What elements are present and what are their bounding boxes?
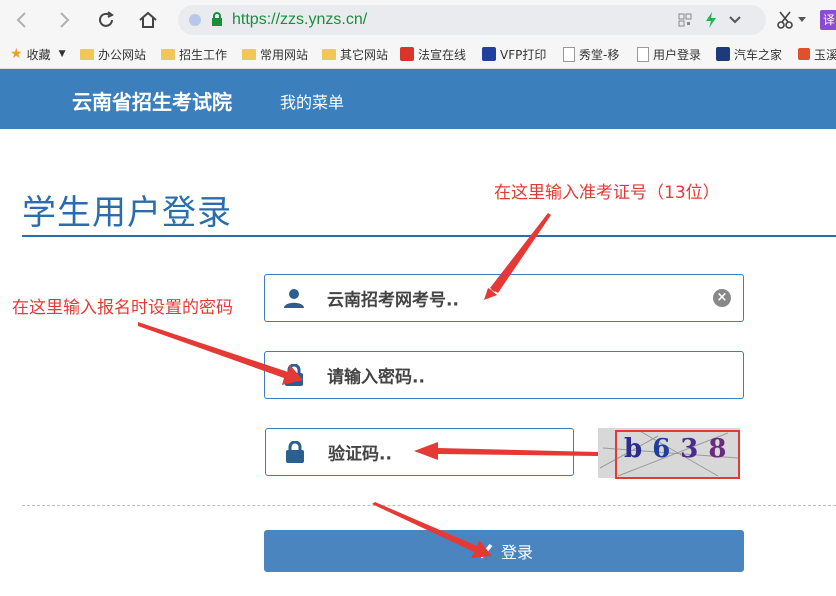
bookmark-label: 其它网站 [340, 47, 389, 62]
bookmark-label: 玉溪 [814, 47, 836, 62]
login-button[interactable]: 登录 [264, 530, 744, 572]
folder-icon [242, 48, 256, 60]
bookmark-item[interactable]: VFP打印 [482, 45, 546, 63]
password-annotation: 在这里输入报名时设置的密码 [12, 298, 233, 318]
bookmark-label: 用户登录 [653, 47, 702, 62]
bookmark-item[interactable]: ★ 收藏 ▼ [10, 45, 66, 63]
star-icon: ★ [10, 46, 23, 62]
scissors-icon[interactable] [776, 10, 794, 30]
caret-down-icon: ▼ [58, 49, 66, 59]
page-title: 学生用户登录 [22, 193, 232, 233]
username-annotation: 在这里输入准考证号（13位） [494, 183, 720, 203]
bookmark-item[interactable]: 秀堂-移 [563, 45, 619, 63]
lock-icon [212, 12, 222, 26]
site-info-icon[interactable] [188, 13, 202, 27]
captcha-highlight-box [615, 430, 740, 479]
reload-button[interactable] [94, 8, 118, 32]
username-placeholder: 云南招考网考号.. [327, 290, 459, 311]
site-title[interactable]: 云南省招生考试院 [72, 86, 232, 115]
password-input[interactable]: 请输入密码.. [264, 351, 744, 399]
caret-down-icon[interactable] [798, 17, 806, 23]
site-header: 云南省招生考试院 我的菜单 [0, 69, 836, 129]
username-input[interactable]: 云南招考网考号.. × [264, 274, 744, 322]
bookmarks-bar: ★ 收藏 ▼ 办公网站 招生工作 常用网站 其它网站 法宣在线 VFP打印 秀堂… [0, 40, 836, 69]
folder-icon [322, 48, 336, 60]
bookmark-label: 招生工作 [179, 47, 228, 62]
my-menu-link[interactable]: 我的菜单 [280, 89, 344, 113]
bookmark-item[interactable]: 用户登录 [637, 45, 701, 63]
login-button-label: 登录 [500, 543, 533, 562]
url-text[interactable]: https://zzs.ynzs.cn/ [232, 11, 367, 29]
bookmark-item[interactable]: 常用网站 [242, 45, 308, 63]
clear-icon[interactable]: × [713, 289, 731, 307]
chevron-down-icon[interactable] [728, 15, 742, 25]
bookmark-item[interactable]: 办公网站 [80, 45, 146, 63]
browser-toolbar: https://zzs.ynzs.cn/ 译 [0, 0, 836, 40]
page-icon [563, 46, 575, 62]
paw-icon [482, 47, 496, 61]
bookmark-label: 办公网站 [98, 47, 147, 62]
lock-icon [282, 439, 308, 465]
bookmark-item[interactable]: 其它网站 [322, 45, 388, 63]
page-icon [637, 46, 649, 62]
address-bar[interactable]: https://zzs.ynzs.cn/ [178, 5, 766, 35]
back-arrow-icon [16, 12, 26, 28]
back-button[interactable] [10, 8, 34, 32]
bookmark-item[interactable]: 法宣在线 [400, 45, 466, 63]
home-icon [139, 11, 157, 28]
site-icon [400, 47, 414, 61]
user-icon [281, 285, 307, 311]
reload-icon [99, 11, 114, 27]
bookmark-label: 秀堂-移 [579, 47, 620, 62]
dashed-divider [22, 505, 836, 506]
bookmark-label: VFP打印 [500, 47, 547, 62]
lock-icon [281, 362, 307, 388]
bookmark-label: 收藏 [26, 47, 51, 62]
bookmark-label: 汽车之家 [734, 47, 783, 62]
title-divider [22, 235, 836, 237]
folder-icon [80, 48, 94, 60]
forward-button[interactable] [52, 8, 76, 32]
bookmark-label: 常用网站 [260, 47, 309, 62]
captcha-image[interactable]: b638 [598, 428, 740, 479]
lightning-icon[interactable] [704, 11, 718, 29]
bookmark-label: 法宣在线 [418, 47, 467, 62]
folder-icon [161, 48, 175, 60]
check-icon [475, 543, 493, 559]
home-button[interactable] [136, 8, 160, 32]
site-icon [716, 47, 730, 61]
forward-arrow-icon [60, 12, 70, 28]
bookmark-item[interactable]: 汽车之家 [716, 45, 782, 63]
qr-code-icon[interactable] [678, 13, 692, 27]
translate-button[interactable]: 译 [820, 10, 836, 30]
captcha-placeholder: 验证码.. [328, 444, 392, 465]
site-icon [798, 48, 810, 60]
bookmark-item[interactable]: 招生工作 [161, 45, 227, 63]
captcha-input[interactable]: 验证码.. [265, 428, 574, 476]
password-placeholder: 请输入密码.. [327, 367, 425, 388]
bookmark-item[interactable]: 玉溪 [798, 45, 836, 63]
